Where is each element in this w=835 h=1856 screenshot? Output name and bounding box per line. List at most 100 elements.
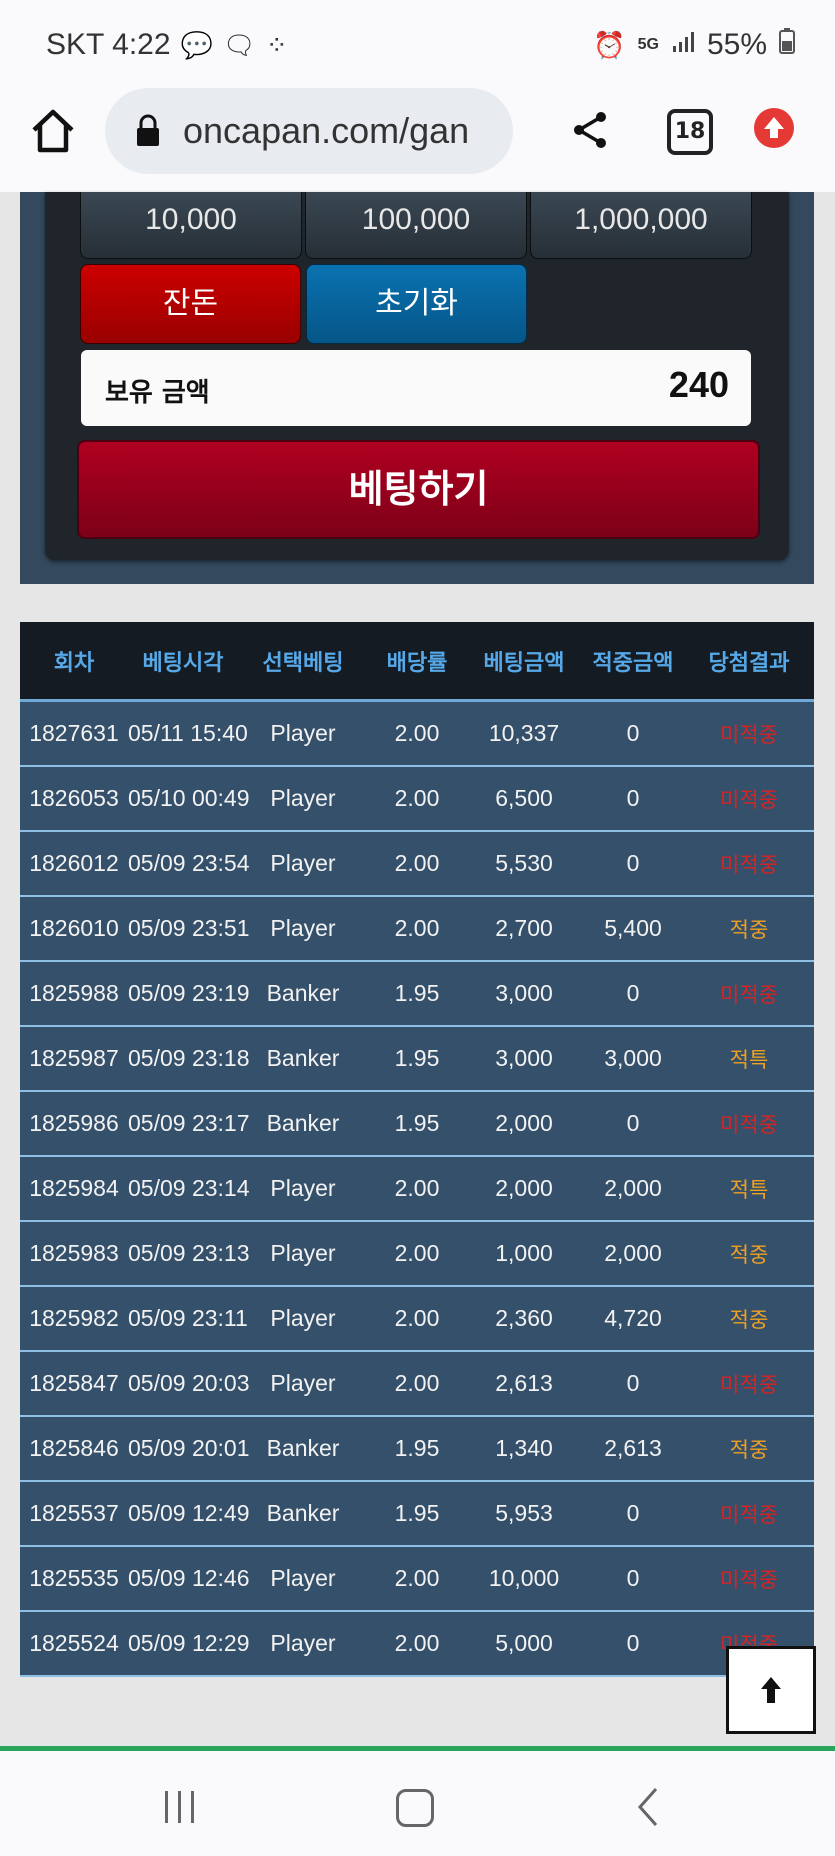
cell-odds: 1.95	[368, 1026, 466, 1092]
recent-apps-icon[interactable]	[163, 1791, 197, 1823]
cell-odds: 2.00	[368, 1221, 466, 1287]
chip-100000-button[interactable]: 100,000	[305, 192, 527, 259]
cell-odds: 1.95	[368, 1091, 466, 1157]
cell-odds: 2.00	[368, 896, 466, 962]
cell-amount: 2,000	[466, 1091, 582, 1157]
header-win: 적중금액	[582, 622, 684, 702]
cell-result: 적중	[684, 1286, 814, 1352]
table-row: 1826010 05/09 23:51 Player 2.00 2,700 5,400 적중	[20, 896, 814, 962]
battery-percent: 55%	[706, 28, 767, 61]
tab-count-button[interactable]: 18	[667, 109, 713, 155]
cell-pick: Player	[238, 766, 368, 832]
home-icon[interactable]	[28, 106, 78, 156]
cell-time: 05/09 23:13	[128, 1221, 250, 1287]
table-row: 1825524 05/09 12:29 Player 2.00 5,000 0 미적중	[20, 1611, 814, 1677]
cell-win: 0	[582, 1481, 684, 1547]
cell-win: 0	[582, 766, 684, 832]
cell-round: 1826053	[20, 766, 128, 832]
cell-pick: Banker	[238, 1416, 368, 1482]
cell-amount: 10,000	[466, 1546, 582, 1612]
cell-round: 1825847	[20, 1351, 128, 1417]
alarm-icon: ⏰	[593, 29, 626, 60]
cell-odds: 2.00	[368, 1351, 466, 1417]
balance-label: 보유 금액	[105, 378, 210, 408]
table-row: 1825987 05/09 23:18 Banker 1.95 3,000 3,000 적특	[20, 1026, 814, 1092]
chip-1000000-button[interactable]: 1,000,000	[530, 192, 752, 259]
cell-round: 1826010	[20, 896, 128, 962]
signal-icon	[671, 30, 695, 61]
cell-win: 0	[582, 961, 684, 1027]
cell-result: 적중	[684, 1416, 814, 1482]
cell-win: 0	[582, 831, 684, 897]
battery-icon	[779, 28, 795, 62]
cell-odds: 2.00	[368, 766, 466, 832]
cell-pick: Player	[238, 1546, 368, 1612]
header-result: 당첨결과	[684, 622, 814, 702]
cell-pick: Player	[238, 896, 368, 962]
cell-round: 1825984	[20, 1156, 128, 1222]
table-body: 1827631 05/11 15:40 Player 2.00 10,337 0 미적중 18…	[20, 700, 814, 1677]
table-row: 1827631 05/11 15:40 Player 2.00 10,337 0 미적중	[20, 700, 814, 767]
status-right: ⏰ 5G 55%	[593, 28, 795, 62]
table-row: 1825846 05/09 20:01 Banker 1.95 1,340 2,613 적중	[20, 1416, 814, 1482]
scroll-top-button[interactable]	[726, 1646, 816, 1734]
cell-round: 1826012	[20, 831, 128, 897]
update-arrow-icon[interactable]	[754, 108, 794, 148]
cell-pick: Player	[238, 1221, 368, 1287]
chat-icon: 💬	[180, 29, 213, 60]
place-bet-button[interactable]: 베팅하기	[77, 440, 760, 539]
cell-round: 1825535	[20, 1546, 128, 1612]
message-icon: 🗨	[222, 29, 256, 60]
cell-round: 1825537	[20, 1481, 128, 1547]
status-bar: SKT 4:22 💬 🗨 ⁘ ⏰ 5G 55%	[0, 0, 835, 88]
change-button[interactable]: 잔돈	[80, 264, 301, 344]
url-text: oncapan.com/gan	[183, 110, 470, 151]
cell-round: 1825986	[20, 1091, 128, 1157]
table-row: 1826012 05/09 23:54 Player 2.00 5,530 0 미적중	[20, 831, 814, 897]
address-bar[interactable]: oncapan.com/gan	[105, 88, 513, 174]
bet-history-table: 회차 베팅시각 선택베팅 배당률 베팅금액 적중금액 당첨결과 1827631 0…	[20, 622, 814, 1677]
cell-time: 05/09 20:03	[128, 1351, 250, 1417]
table-row: 1825847 05/09 20:03 Player 2.00 2,613 0 미적중	[20, 1351, 814, 1417]
cell-pick: Player	[238, 1611, 368, 1677]
cell-win: 0	[582, 1546, 684, 1612]
chip-10000-button[interactable]: 10,000	[80, 192, 302, 259]
cell-amount: 2,700	[466, 896, 582, 962]
cell-win: 0	[582, 1091, 684, 1157]
reset-button[interactable]: 초기화	[306, 264, 527, 344]
cell-amount: 1,000	[466, 1221, 582, 1287]
share-icon[interactable]	[568, 108, 612, 152]
cell-odds: 2.00	[368, 831, 466, 897]
table-row: 1825537 05/09 12:49 Banker 1.95 5,953 0 미적중	[20, 1481, 814, 1547]
cell-round: 1825846	[20, 1416, 128, 1482]
cell-pick: Player	[238, 1286, 368, 1352]
back-icon[interactable]	[636, 1787, 660, 1827]
carrier-time: SKT 4:22	[46, 28, 171, 61]
cell-win: 2,613	[582, 1416, 684, 1482]
cell-result: 적특	[684, 1026, 814, 1092]
cell-result: 미적중	[684, 831, 814, 897]
table-row: 1825983 05/09 23:13 Player 2.00 1,000 2,000 적중	[20, 1221, 814, 1287]
header-round: 회차	[20, 622, 128, 702]
table-header-row: 회차 베팅시각 선택베팅 배당률 베팅금액 적중금액 당첨결과	[20, 622, 814, 702]
cell-round: 1825988	[20, 961, 128, 1027]
cell-time: 05/10 00:49	[128, 766, 250, 832]
cell-result: 미적중	[684, 1546, 814, 1612]
nav-home-icon[interactable]	[396, 1789, 434, 1827]
cell-time: 05/09 20:01	[128, 1416, 250, 1482]
arrow-up-icon	[761, 1677, 781, 1703]
cell-result: 미적중	[684, 1481, 814, 1547]
cell-win: 5,400	[582, 896, 684, 962]
table-row: 1825982 05/09 23:11 Player 2.00 2,360 4,720 적중	[20, 1286, 814, 1352]
system-nav-bar	[0, 1751, 835, 1856]
balance-field: 보유 금액 240	[81, 350, 751, 426]
cell-amount: 5,530	[466, 831, 582, 897]
cell-time: 05/09 23:14	[128, 1156, 250, 1222]
cell-amount: 5,000	[466, 1611, 582, 1677]
cell-win: 4,720	[582, 1286, 684, 1352]
cell-result: 미적중	[684, 1351, 814, 1417]
cell-round: 1825982	[20, 1286, 128, 1352]
network-indicator: 5G	[637, 36, 659, 53]
table-row: 1825984 05/09 23:14 Player 2.00 2,000 2,000 적특	[20, 1156, 814, 1222]
cell-time: 05/09 23:54	[128, 831, 250, 897]
